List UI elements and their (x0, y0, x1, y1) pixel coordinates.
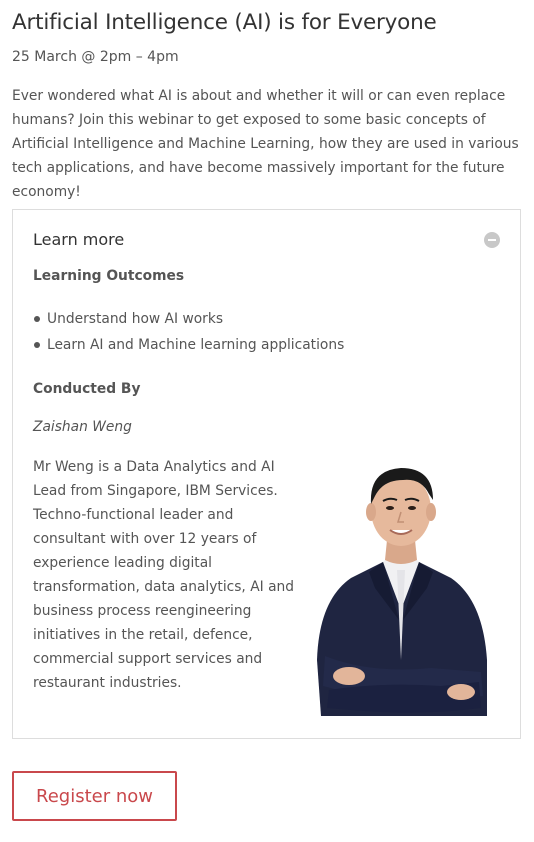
register-button[interactable]: Register now (12, 771, 177, 821)
accordion-title: Learn more (33, 230, 125, 249)
speaker-photo (317, 468, 487, 716)
accordion-header[interactable]: Learn more (33, 228, 500, 252)
speaker-name: Zaishan Weng (33, 419, 132, 435)
speaker-bio: Mr Weng is a Data Analytics and AI Lead … (33, 459, 295, 691)
minus-circle-icon[interactable] (484, 232, 500, 248)
event-title: Artificial Intelligence (AI) is for Ever… (12, 10, 437, 35)
list-item: Learn AI and Machine learning applicatio… (33, 332, 344, 358)
event-date: 25 March @ 2pm – 4pm (12, 49, 179, 65)
learning-outcomes-list: Understand how AI works Learn AI and Mac… (33, 306, 344, 358)
conducted-by-heading: Conducted By (33, 381, 141, 397)
list-item: Understand how AI works (33, 306, 344, 332)
learn-more-accordion: Learn more Learning Outcomes Understand … (12, 209, 521, 739)
learning-outcomes-heading: Learning Outcomes (33, 268, 185, 284)
event-description: Ever wondered what AI is about and wheth… (12, 88, 519, 200)
